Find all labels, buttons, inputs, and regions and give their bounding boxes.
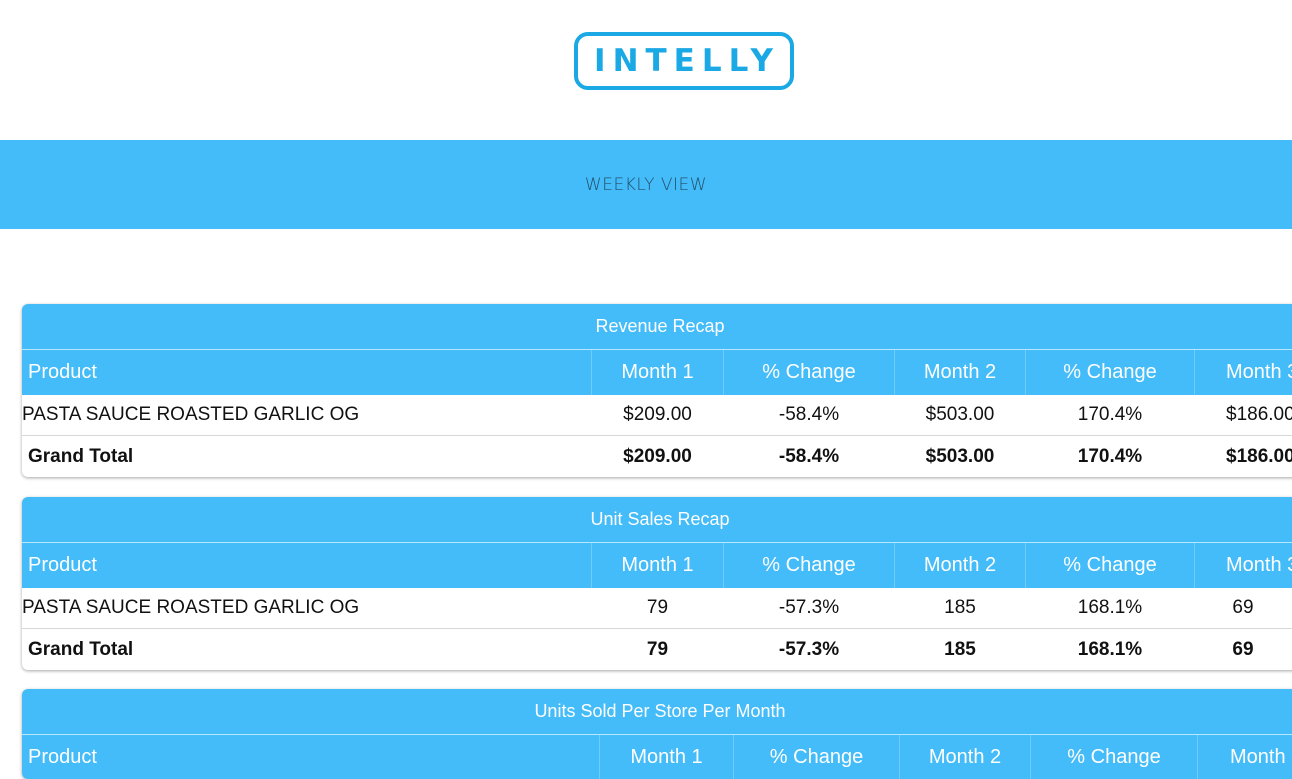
product-cell: PASTA SAUCE ROASTED GARLIC OG	[22, 597, 360, 618]
logo-area: INTELLY	[0, 0, 1292, 140]
total-month-3: $186.00	[1226, 445, 1292, 467]
grand-total-row: Grand Total $209.00 -58.4% $503.00 170.4…	[22, 436, 1292, 477]
month-3-cell: $186.00	[1226, 404, 1292, 425]
column-header-month-3[interactable]: Month 3	[1230, 735, 1292, 779]
unit-sales-recap-table: Unit Sales Recap Product Month 1 % Chang…	[22, 497, 1292, 670]
column-header-change-1[interactable]: % Change	[734, 735, 899, 779]
table-row: PASTA SAUCE ROASTED GARLIC OG 79 -57.3% …	[22, 588, 1292, 629]
change-1-cell: -58.4%	[778, 404, 840, 425]
grand-total-label: Grand Total	[28, 638, 134, 660]
total-change-1: -58.4%	[778, 445, 840, 467]
total-change-2: 170.4%	[1077, 445, 1143, 467]
column-header-month-3[interactable]: Month 3	[1226, 350, 1292, 395]
total-month-2: 185	[944, 638, 976, 660]
column-header-change-2[interactable]: % Change	[1026, 543, 1194, 588]
units-per-store-table: Units Sold Per Store Per Month Product M…	[22, 689, 1292, 779]
column-header-month-2[interactable]: Month 2	[900, 735, 1030, 779]
total-month-2: $503.00	[925, 445, 995, 467]
column-header-month-1[interactable]: Month 1	[592, 350, 723, 395]
month-2-cell: 185	[944, 597, 976, 618]
month-3-cell: 69	[1232, 597, 1254, 618]
table-header-row: Product Month 1 % Change Month 2 % Chang…	[22, 735, 1292, 779]
column-header-product[interactable]: Product	[28, 735, 598, 779]
grand-total-row: Grand Total 79 -57.3% 185 168.1% 69	[22, 629, 1292, 670]
change-1-cell: -57.3%	[778, 597, 840, 618]
revenue-recap-table: Revenue Recap Product Month 1 % Change M…	[22, 304, 1292, 477]
column-header-change-1[interactable]: % Change	[724, 350, 894, 395]
column-header-month-2[interactable]: Month 2	[895, 350, 1025, 395]
column-header-change-1[interactable]: % Change	[724, 543, 894, 588]
total-month-1: $209.00	[623, 445, 692, 467]
intelly-logo[interactable]: INTELLY	[574, 32, 794, 90]
column-header-month-2[interactable]: Month 2	[895, 543, 1025, 588]
table-row: PASTA SAUCE ROASTED GARLIC OG $209.00 -5…	[22, 395, 1292, 436]
table-header-row: Product Month 1 % Change Month 2 % Chang…	[22, 543, 1292, 588]
grand-total-label: Grand Total	[28, 445, 134, 467]
weekly-view-banner: WEEKLY VIEW	[0, 140, 1292, 229]
column-header-change-2[interactable]: % Change	[1031, 735, 1197, 779]
column-header-month-3[interactable]: Month 3	[1226, 543, 1292, 588]
table-title: Units Sold Per Store Per Month	[22, 689, 1292, 735]
total-month-1: 79	[646, 638, 669, 660]
column-header-product[interactable]: Product	[28, 543, 588, 588]
total-change-2: 168.1%	[1077, 638, 1143, 660]
month-2-cell: $503.00	[925, 404, 995, 425]
column-header-product[interactable]: Product	[28, 350, 588, 395]
total-change-1: -57.3%	[778, 638, 840, 660]
banner-title: WEEKLY VIEW	[584, 174, 708, 195]
product-cell: PASTA SAUCE ROASTED GARLIC OG	[22, 404, 360, 425]
column-header-change-2[interactable]: % Change	[1026, 350, 1194, 395]
month-1-cell: $209.00	[623, 404, 692, 425]
month-1-cell: 79	[646, 597, 669, 618]
change-2-cell: 168.1%	[1077, 597, 1143, 618]
table-title: Unit Sales Recap	[22, 497, 1292, 543]
change-2-cell: 170.4%	[1077, 404, 1143, 425]
column-header-month-1[interactable]: Month 1	[600, 735, 733, 779]
total-month-3: 69	[1232, 638, 1254, 660]
table-header-row: Product Month 1 % Change Month 2 % Chang…	[22, 350, 1292, 395]
table-title: Revenue Recap	[22, 304, 1292, 350]
column-header-month-1[interactable]: Month 1	[592, 543, 723, 588]
